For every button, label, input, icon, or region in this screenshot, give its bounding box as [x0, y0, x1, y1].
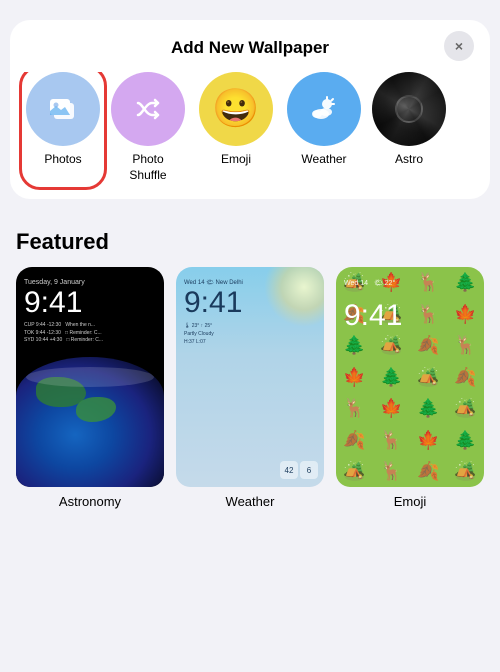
earth-land-2	[76, 397, 116, 422]
weather-widgets: 42 6	[280, 461, 318, 479]
emoji-cell: 🌲	[447, 424, 484, 455]
weather-card-label: Weather	[226, 494, 275, 509]
emoji-wall-date: Wed 14 🌤 22°	[344, 279, 476, 287]
modal-title: Add New Wallpaper	[171, 38, 329, 58]
emoji-cell: 🦌	[336, 393, 373, 424]
weather-preview: Wed 14 🌤 New Delhi 9:41 🌡 23° ↑ 25° Part…	[176, 267, 324, 487]
weather-svg	[305, 90, 343, 128]
emoji-cell: 🌲	[373, 361, 410, 392]
photos-icon	[26, 72, 100, 146]
wallpaper-type-picker: Photos PhotoShuffle 😀 Emoji	[10, 72, 490, 199]
emoji-cell: 🍁	[373, 393, 410, 424]
weather-wallpaper: Wed 14 🌤 New Delhi 9:41 🌡 23° ↑ 25° Part…	[176, 267, 324, 487]
emoji-cell: 🍂	[447, 361, 484, 392]
astro-wallpaper: Tuesday, 9 January 9:41 CUP 9:44 -12:30 …	[16, 267, 164, 487]
emoji-cell: 🏕️	[410, 361, 447, 392]
astro-icon	[372, 72, 446, 146]
emoji-wallpaper-bg: 🏕️🍁🦌🌲🍂🏕️🦌🍁🌲🏕️🍂🦌🍁🌲🏕️🍂🦌🍁🌲🏕️🍂🦌🍁🌲🏕️🦌🍂🏕️ Wed …	[336, 267, 484, 487]
type-photo-shuffle[interactable]: PhotoShuffle	[108, 72, 188, 183]
astro-time: 9:41	[24, 288, 156, 318]
featured-section: Featured Tuesday, 9 January 9:41 CUP 9:4…	[0, 219, 500, 509]
emoji-icon: 😀	[199, 72, 273, 146]
emoji-label: Emoji	[221, 152, 251, 168]
shuffle-svg	[130, 91, 166, 127]
weather-icon	[287, 72, 361, 146]
weather-label: Weather	[301, 152, 346, 168]
emoji-wall-time: 9:41	[344, 301, 476, 331]
emoji-card-label: Emoji	[394, 494, 427, 509]
astro-info: CUP 9:44 -12:30 When the n... TOK 9:44 -…	[24, 322, 156, 345]
emoji-cell: 🏕️	[447, 456, 484, 487]
emoji-cell: 🦌	[447, 330, 484, 361]
photo-shuffle-label: PhotoShuffle	[129, 152, 166, 183]
emoji-cell: 🍁	[336, 361, 373, 392]
emoji-cell: 🏕️	[336, 456, 373, 487]
astronomy-card-label: Astronomy	[59, 494, 121, 509]
featured-grid: Tuesday, 9 January 9:41 CUP 9:44 -12:30 …	[16, 267, 484, 509]
type-emoji[interactable]: 😀 Emoji	[196, 72, 276, 183]
emoji-cell: 🍂	[410, 330, 447, 361]
astro-label: Astro	[395, 152, 423, 168]
featured-card-weather[interactable]: Wed 14 🌤 New Delhi 9:41 🌡 23° ↑ 25° Part…	[176, 267, 324, 509]
photos-label: Photos	[44, 152, 81, 168]
emoji-cell: 🏕️	[373, 330, 410, 361]
type-weather[interactable]: Weather	[284, 72, 364, 183]
emoji-cell: 🌲	[336, 330, 373, 361]
emoji-cell: 🍂	[410, 456, 447, 487]
weather-widget-2: 6	[300, 461, 318, 479]
emoji-cell: 🍁	[410, 424, 447, 455]
featured-card-astronomy[interactable]: Tuesday, 9 January 9:41 CUP 9:44 -12:30 …	[16, 267, 164, 509]
add-wallpaper-modal: Add New Wallpaper × Photos	[10, 20, 490, 199]
type-astro[interactable]: Astro	[372, 72, 446, 183]
emoji-cell: 🦌	[373, 456, 410, 487]
weather-widget-1: 42	[280, 461, 298, 479]
close-button[interactable]: ×	[444, 31, 474, 61]
featured-title: Featured	[16, 229, 484, 255]
photos-svg	[44, 90, 82, 128]
astronomy-preview: Tuesday, 9 January 9:41 CUP 9:44 -12:30 …	[16, 267, 164, 487]
modal-header: Add New Wallpaper ×	[10, 20, 490, 72]
emoji-cell: 🏕️	[447, 393, 484, 424]
earth-cloud	[26, 367, 154, 387]
featured-card-emoji[interactable]: 🏕️🍁🦌🌲🍂🏕️🦌🍁🌲🏕️🍂🦌🍁🌲🏕️🍂🦌🍁🌲🏕️🍂🦌🍁🌲🏕️🦌🍂🏕️ Wed …	[336, 267, 484, 509]
emoji-cell: 🍂	[336, 424, 373, 455]
emoji-cell: 🌲	[410, 393, 447, 424]
photo-shuffle-icon	[111, 72, 185, 146]
astro-date: Tuesday, 9 January	[24, 279, 156, 286]
earth-graphic	[16, 357, 164, 487]
type-photos[interactable]: Photos	[22, 72, 104, 187]
emoji-cell: 🦌	[373, 424, 410, 455]
emoji-preview: 🏕️🍁🦌🌲🍂🏕️🦌🍁🌲🏕️🍂🦌🍁🌲🏕️🍂🦌🍁🌲🏕️🍂🦌🍁🌲🏕️🦌🍂🏕️ Wed …	[336, 267, 484, 487]
